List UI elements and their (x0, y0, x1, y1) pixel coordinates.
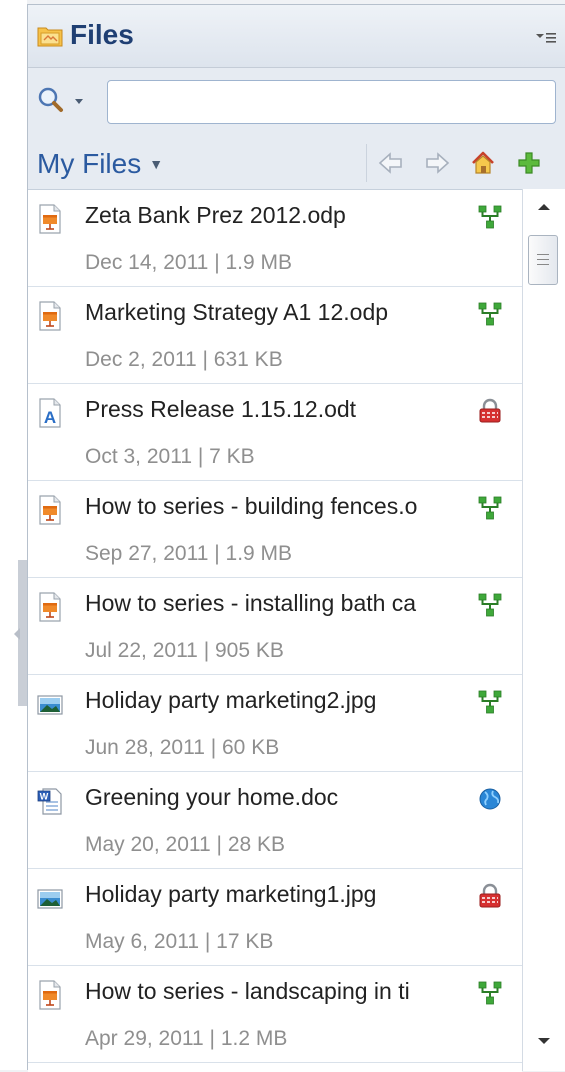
navigation-bar: My Files ▼ (28, 138, 565, 188)
chevron-down-icon (75, 99, 83, 104)
search-bar (28, 68, 565, 136)
globe-icon[interactable] (477, 786, 503, 812)
file-meta: Jul 22, 2011 | 905 KB (85, 639, 284, 662)
file-meta: Oct 3, 2011 | 7 KB (85, 445, 255, 468)
file-name[interactable]: How to series - landscaping in ti (85, 978, 474, 1005)
panel-titlebar: Files (28, 5, 565, 68)
svg-text:A: A (44, 408, 56, 427)
file-name[interactable]: Holiday party marketing1.jpg (85, 881, 474, 908)
chevron-down-icon: ▼ (149, 156, 164, 172)
file-list-item[interactable]: A Press Release 1.15.12.odt Oct 3, 2011 | … (28, 384, 522, 481)
file-meta: Dec 14, 2011 | 1.9 MB (85, 251, 293, 274)
file-list-item[interactable]: Holiday party marketing2.jpg Jun 28, 2011… (28, 675, 522, 772)
presentation-icon (37, 592, 63, 622)
file-meta: Apr 29, 2011 | 1.2 MB (85, 1027, 288, 1050)
file-meta: Sep 27, 2011 | 1.9 MB (85, 542, 293, 565)
image-icon (37, 883, 63, 913)
word-document-icon: W (37, 786, 63, 816)
file-list: Zeta Bank Prez 2012.odp Dec 14, 2011 | 1.… (28, 189, 522, 1072)
file-name[interactable]: How to series - building fences.o (85, 493, 474, 520)
shared-icon[interactable] (477, 301, 503, 327)
shared-icon[interactable] (477, 204, 503, 230)
shared-icon[interactable] (477, 689, 503, 715)
lock-icon[interactable] (477, 398, 503, 424)
panel-title: Files (70, 19, 134, 50)
file-name[interactable]: Greening your home.doc (85, 784, 474, 811)
panel-menu-icon[interactable] (535, 31, 557, 45)
shared-icon[interactable] (477, 980, 503, 1006)
file-list-item[interactable]: Zeta Bank Prez 2012.odp Dec 14, 2011 | 1.… (28, 190, 522, 287)
file-name[interactable]: Zeta Bank Prez 2012.odp (85, 202, 474, 229)
image-icon (37, 689, 63, 719)
file-list-item[interactable]: How to series - installing bath ca Jul 22… (28, 578, 522, 675)
file-name[interactable]: Holiday party marketing2.jpg (85, 687, 474, 714)
files-panel: Files My Files ▼ Zeta Bank Prez 2012.odp… (27, 4, 565, 1072)
home-icon[interactable] (470, 150, 496, 176)
search-input[interactable] (107, 80, 556, 124)
location-dropdown[interactable]: My Files ▼ (37, 148, 163, 180)
file-list-item[interactable]: Holiday party marketing1.jpg May 6, 2011 … (28, 869, 522, 966)
presentation-icon (37, 495, 63, 525)
file-meta: Jun 28, 2011 | 60 KB (85, 736, 280, 759)
scroll-thumb[interactable] (528, 235, 558, 285)
folder-icon (37, 27, 63, 47)
presentation-icon (37, 301, 63, 331)
scroll-up-arrow-icon[interactable] (535, 201, 553, 213)
file-name[interactable]: How to series - installing bath ca (85, 590, 474, 617)
lock-icon[interactable] (477, 883, 503, 909)
location-label: My Files (37, 148, 142, 179)
svg-text:W: W (40, 792, 49, 802)
file-name[interactable]: Marketing Strategy A1 12.odp (85, 299, 474, 326)
file-meta: May 6, 2011 | 17 KB (85, 930, 274, 953)
shared-icon[interactable] (477, 495, 503, 521)
add-icon[interactable] (516, 150, 542, 176)
search-options-button[interactable] (34, 82, 94, 122)
splitter-arrow-icon[interactable] (14, 628, 20, 640)
text-document-icon: A (37, 398, 63, 428)
shared-icon[interactable] (477, 592, 503, 618)
file-list-item[interactable]: W Greening your home.doc May 20, 2011 | 28… (28, 772, 522, 869)
presentation-icon (37, 204, 63, 234)
left-edge-strip (0, 0, 27, 1070)
file-meta: Dec 2, 2011 | 631 KB (85, 348, 283, 371)
forward-arrow-icon[interactable] (424, 150, 450, 176)
file-name[interactable]: Press Release 1.15.12.odt (85, 396, 474, 423)
file-meta: May 20, 2011 | 28 KB (85, 833, 286, 856)
scrollbar[interactable] (522, 189, 565, 1071)
toolbar-divider (366, 144, 367, 182)
scroll-down-arrow-icon[interactable] (535, 1035, 553, 1047)
presentation-icon (37, 980, 63, 1010)
file-list-item[interactable]: How to series - landscaping in ti Apr 29,… (28, 966, 522, 1063)
back-arrow-icon[interactable] (378, 150, 404, 176)
file-list-item[interactable]: Marketing Strategy A1 12.odp Dec 2, 2011 … (28, 287, 522, 384)
file-list-item[interactable]: How to series - building fences.o Sep 27,… (28, 481, 522, 578)
